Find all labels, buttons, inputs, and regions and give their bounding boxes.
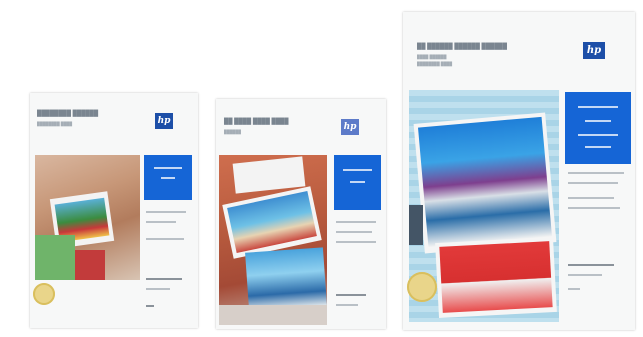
package-subtitle: ██████ bbox=[224, 129, 242, 134]
product-info-panel bbox=[144, 155, 192, 200]
package-title: ██ ████ ████ ████ bbox=[224, 119, 289, 125]
package-subtitle-2: ████████ ████ bbox=[417, 61, 453, 66]
hp-logo: hp bbox=[583, 42, 605, 59]
photo-paper-package-1: ████████ ██████ ████████ ████ hp bbox=[30, 93, 198, 328]
product-photo bbox=[219, 155, 327, 325]
product-info-panel bbox=[565, 92, 631, 164]
package-title: ████████ ██████ bbox=[37, 111, 99, 117]
hp-logo: hp bbox=[155, 113, 173, 129]
package-subtitle: ████████ ████ bbox=[37, 121, 73, 126]
photo-paper-package-2: ██ ████ ████ ████ ██████ hp bbox=[216, 99, 386, 329]
hp-logo: hp bbox=[341, 119, 359, 135]
package-title: ██ ██████ ██████ ██████ bbox=[417, 44, 508, 50]
quality-seal bbox=[33, 283, 55, 305]
quality-seal bbox=[407, 272, 437, 302]
package-subtitle: ████ ██████ bbox=[417, 54, 447, 59]
photo-paper-package-3: ██ ██████ ██████ ██████ ████ ██████ ████… bbox=[403, 12, 635, 330]
product-info-panel bbox=[334, 155, 381, 210]
product-photo bbox=[35, 155, 140, 280]
